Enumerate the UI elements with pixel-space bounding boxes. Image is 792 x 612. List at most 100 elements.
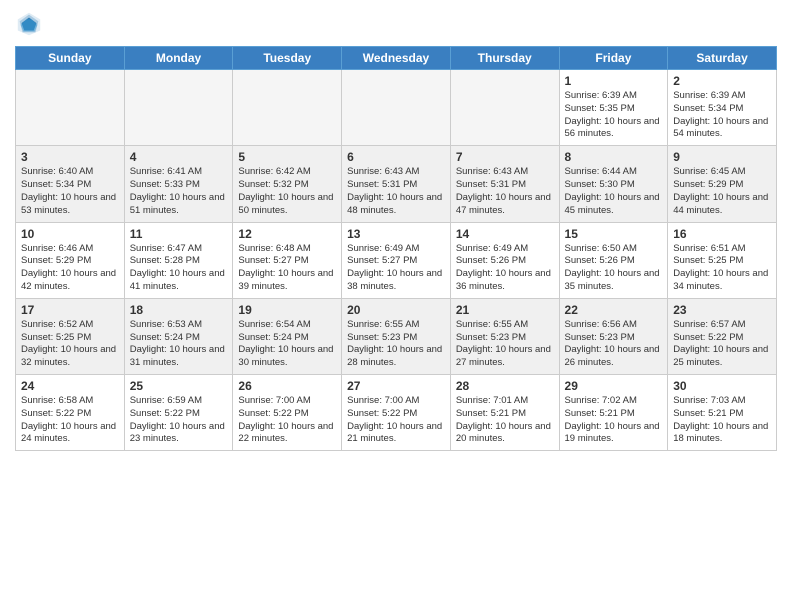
calendar-day-cell: 27 Sunrise: 7:00 AM Sunset: 5:22 PM Dayli… [342,375,451,451]
calendar-day-cell: 6 Sunrise: 6:43 AM Sunset: 5:31 PM Daylig… [342,146,451,222]
day-number: 14 [456,227,554,241]
calendar-day-cell: 14 Sunrise: 6:49 AM Sunset: 5:26 PM Dayli… [450,222,559,298]
day-info: Sunrise: 6:51 AM Sunset: 5:25 PM Dayligh… [673,243,771,294]
calendar-day-cell: 10 Sunrise: 6:46 AM Sunset: 5:29 PM Dayli… [16,222,125,298]
day-number: 23 [673,303,771,317]
day-number: 1 [565,74,663,88]
day-info: Sunrise: 6:42 AM Sunset: 5:32 PM Dayligh… [238,166,336,217]
day-number: 24 [21,379,119,393]
calendar-day-cell [124,70,233,146]
day-number: 4 [130,150,228,164]
day-info: Sunrise: 6:39 AM Sunset: 5:34 PM Dayligh… [673,90,771,141]
calendar-day-cell: 29 Sunrise: 7:02 AM Sunset: 5:21 PM Dayli… [559,375,668,451]
weekday-header: Friday [559,47,668,70]
calendar-week-row: 3 Sunrise: 6:40 AM Sunset: 5:34 PM Daylig… [16,146,777,222]
day-info: Sunrise: 6:55 AM Sunset: 5:23 PM Dayligh… [347,319,445,370]
day-number: 16 [673,227,771,241]
day-number: 8 [565,150,663,164]
day-number: 12 [238,227,336,241]
calendar-day-cell: 25 Sunrise: 6:59 AM Sunset: 5:22 PM Dayli… [124,375,233,451]
weekday-header: Wednesday [342,47,451,70]
day-number: 10 [21,227,119,241]
day-number: 27 [347,379,445,393]
day-info: Sunrise: 6:45 AM Sunset: 5:29 PM Dayligh… [673,166,771,217]
weekday-header: Thursday [450,47,559,70]
day-number: 18 [130,303,228,317]
day-info: Sunrise: 6:44 AM Sunset: 5:30 PM Dayligh… [565,166,663,217]
page-header [15,10,777,38]
calendar-day-cell: 7Sunrise: 6:43 AM Sunset: 5:31 PM Daylig… [450,146,559,222]
day-number: 29 [565,379,663,393]
calendar-day-cell [16,70,125,146]
weekday-header: Sunday [16,47,125,70]
calendar-week-row: 17 Sunrise: 6:52 AM Sunset: 5:25 PM Dayli… [16,298,777,374]
day-info: Sunrise: 6:54 AM Sunset: 5:24 PM Dayligh… [238,319,336,370]
day-info: Sunrise: 6:53 AM Sunset: 5:24 PM Dayligh… [130,319,228,370]
day-number: 20 [347,303,445,317]
calendar-header-row: SundayMondayTuesdayWednesdayThursdayFrid… [16,47,777,70]
day-info: Sunrise: 6:46 AM Sunset: 5:29 PM Dayligh… [21,243,119,294]
day-number: 19 [238,303,336,317]
day-info: Sunrise: 6:56 AM Sunset: 5:23 PM Dayligh… [565,319,663,370]
calendar-day-cell: 22 Sunrise: 6:56 AM Sunset: 5:23 PM Dayli… [559,298,668,374]
day-info: Sunrise: 6:57 AM Sunset: 5:22 PM Dayligh… [673,319,771,370]
logo [15,10,47,38]
weekday-header: Tuesday [233,47,342,70]
day-number: 17 [21,303,119,317]
day-number: 25 [130,379,228,393]
calendar-day-cell: 15 Sunrise: 6:50 AM Sunset: 5:26 PM Dayli… [559,222,668,298]
day-info: Sunrise: 6:39 AM Sunset: 5:35 PM Dayligh… [565,90,663,141]
calendar-day-cell: 18 Sunrise: 6:53 AM Sunset: 5:24 PM Dayli… [124,298,233,374]
page-container: SundayMondayTuesdayWednesdayThursdayFrid… [0,0,792,459]
calendar-day-cell: 20 Sunrise: 6:55 AM Sunset: 5:23 PM Dayli… [342,298,451,374]
calendar-day-cell: 8 Sunrise: 6:44 AM Sunset: 5:30 PM Daylig… [559,146,668,222]
calendar-day-cell [233,70,342,146]
day-number: 21 [456,303,554,317]
day-number: 22 [565,303,663,317]
calendar-day-cell: 4 Sunrise: 6:41 AM Sunset: 5:33 PM Daylig… [124,146,233,222]
day-info: Sunrise: 6:43 AM Sunset: 5:31 PM Dayligh… [456,166,554,217]
day-info: Sunrise: 6:50 AM Sunset: 5:26 PM Dayligh… [565,243,663,294]
day-number: 6 [347,150,445,164]
day-number: 3 [21,150,119,164]
calendar-day-cell: 13Sunrise: 6:49 AM Sunset: 5:27 PM Dayli… [342,222,451,298]
day-number: 15 [565,227,663,241]
day-info: Sunrise: 6:40 AM Sunset: 5:34 PM Dayligh… [21,166,119,217]
day-number: 26 [238,379,336,393]
day-number: 2 [673,74,771,88]
calendar-week-row: 10 Sunrise: 6:46 AM Sunset: 5:29 PM Dayli… [16,222,777,298]
day-info: Sunrise: 6:58 AM Sunset: 5:22 PM Dayligh… [21,395,119,446]
calendar-day-cell: 26 Sunrise: 7:00 AM Sunset: 5:22 PM Dayli… [233,375,342,451]
calendar-week-row: 24 Sunrise: 6:58 AM Sunset: 5:22 PM Dayli… [16,375,777,451]
calendar-day-cell: 5 Sunrise: 6:42 AM Sunset: 5:32 PM Daylig… [233,146,342,222]
calendar-day-cell: 1 Sunrise: 6:39 AM Sunset: 5:35 PM Daylig… [559,70,668,146]
day-info: Sunrise: 6:47 AM Sunset: 5:28 PM Dayligh… [130,243,228,294]
weekday-header: Monday [124,47,233,70]
day-info: Sunrise: 6:52 AM Sunset: 5:25 PM Dayligh… [21,319,119,370]
day-info: Sunrise: 6:49 AM Sunset: 5:27 PM Dayligh… [347,243,445,294]
calendar-day-cell: 12Sunrise: 6:48 AM Sunset: 5:27 PM Dayli… [233,222,342,298]
day-info: Sunrise: 7:03 AM Sunset: 5:21 PM Dayligh… [673,395,771,446]
calendar-day-cell: 21 Sunrise: 6:55 AM Sunset: 5:23 PM Dayli… [450,298,559,374]
calendar-day-cell: 17 Sunrise: 6:52 AM Sunset: 5:25 PM Dayli… [16,298,125,374]
day-info: Sunrise: 6:49 AM Sunset: 5:26 PM Dayligh… [456,243,554,294]
calendar-day-cell: 11Sunrise: 6:47 AM Sunset: 5:28 PM Dayli… [124,222,233,298]
day-number: 28 [456,379,554,393]
day-info: Sunrise: 7:01 AM Sunset: 5:21 PM Dayligh… [456,395,554,446]
calendar-table: SundayMondayTuesdayWednesdayThursdayFrid… [15,46,777,451]
calendar-day-cell: 16 Sunrise: 6:51 AM Sunset: 5:25 PM Dayli… [668,222,777,298]
calendar-day-cell: 9Sunrise: 6:45 AM Sunset: 5:29 PM Daylig… [668,146,777,222]
day-info: Sunrise: 6:41 AM Sunset: 5:33 PM Dayligh… [130,166,228,217]
calendar-week-row: 1 Sunrise: 6:39 AM Sunset: 5:35 PM Daylig… [16,70,777,146]
day-info: Sunrise: 7:00 AM Sunset: 5:22 PM Dayligh… [347,395,445,446]
day-info: Sunrise: 6:43 AM Sunset: 5:31 PM Dayligh… [347,166,445,217]
day-number: 30 [673,379,771,393]
day-info: Sunrise: 6:55 AM Sunset: 5:23 PM Dayligh… [456,319,554,370]
day-number: 5 [238,150,336,164]
day-info: Sunrise: 7:02 AM Sunset: 5:21 PM Dayligh… [565,395,663,446]
logo-icon [15,10,43,38]
calendar-day-cell [450,70,559,146]
day-info: Sunrise: 6:59 AM Sunset: 5:22 PM Dayligh… [130,395,228,446]
day-info: Sunrise: 7:00 AM Sunset: 5:22 PM Dayligh… [238,395,336,446]
calendar-day-cell: 30 Sunrise: 7:03 AM Sunset: 5:21 PM Dayli… [668,375,777,451]
